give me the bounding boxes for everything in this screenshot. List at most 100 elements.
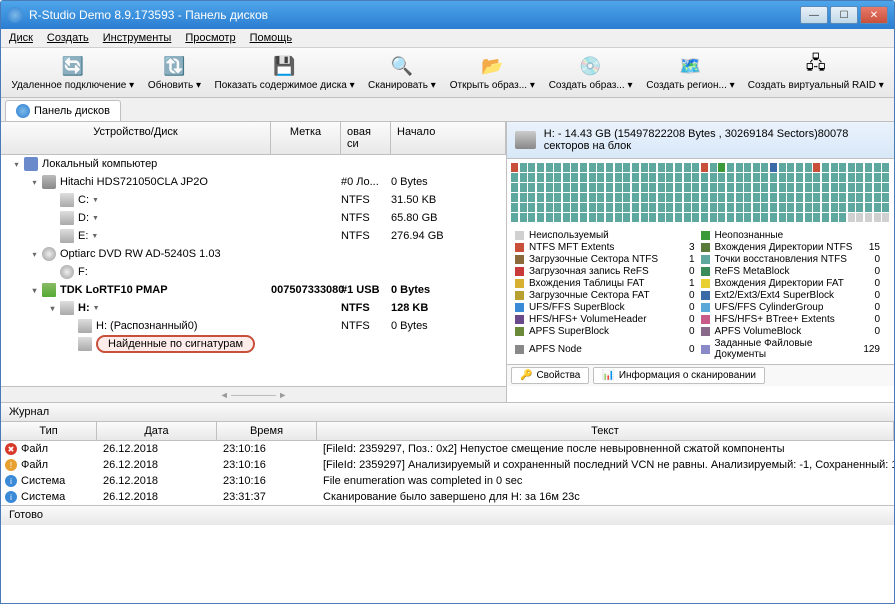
expander-icon[interactable] — [47, 195, 58, 206]
legend-swatch — [515, 345, 524, 354]
toolbar-icon: 📂 — [480, 54, 504, 78]
log-col-time[interactable]: Время — [217, 422, 317, 440]
legend-swatch — [701, 255, 710, 264]
err-icon: ✖ — [5, 443, 17, 455]
col-filesystem[interactable]: овая си — [341, 122, 391, 154]
legend-item: Неиспользуемый — [515, 230, 701, 241]
legend-item: Вхождения Директории NTFS15 — [701, 242, 887, 253]
tree-row[interactable]: E:▼NTFS276.94 GB — [1, 227, 506, 245]
legend-item: Вхождения Директории FAT0 — [701, 278, 887, 289]
toolbar-btn-6[interactable]: 🗺️Создать регион... ▾ — [641, 52, 739, 93]
status-bar: Готово — [1, 505, 894, 525]
expander-icon[interactable] — [47, 231, 58, 242]
legend-item: APFS SuperBlock0 — [515, 326, 701, 337]
vol-icon — [60, 211, 74, 225]
toolbar-btn-3[interactable]: 🔍Сканировать ▾ — [363, 52, 441, 93]
tree-row[interactable]: ▾H:▼NTFS128 KB — [1, 299, 506, 317]
vol-icon — [78, 337, 92, 351]
expander-icon[interactable] — [47, 213, 58, 224]
pc-icon — [24, 157, 38, 171]
toolbar-btn-1[interactable]: 🔃Обновить ▾ — [143, 52, 207, 93]
dropdown-icon[interactable]: ▼ — [92, 215, 99, 222]
legend-item: Точки восстановления NTFS0 — [701, 254, 887, 265]
tab-drive-panel[interactable]: Панель дисков — [5, 100, 121, 121]
menu-4[interactable]: Помощь — [250, 32, 293, 44]
expander-icon[interactable] — [65, 321, 76, 332]
close-button[interactable]: ✕ — [860, 6, 888, 24]
legend-item: Неопознанные — [701, 230, 887, 241]
toolbar-btn-0[interactable]: 🔄Удаленное подключение ▾ — [7, 52, 139, 93]
app-icon — [7, 7, 23, 23]
expander-icon[interactable]: ▾ — [29, 285, 40, 296]
drive-icon — [515, 131, 536, 149]
drive-info-text: H: - 14.43 GB (15497822208 Bytes , 30269… — [544, 128, 886, 152]
legend-swatch — [701, 291, 710, 300]
col-device[interactable]: Устройство/Диск — [1, 122, 271, 154]
toolbar-btn-7[interactable]: 🖧Создать виртуальный RAID ▾ — [744, 52, 888, 93]
tree-row[interactable]: D:▼NTFS65.80 GB — [1, 209, 506, 227]
legend-item: ReFS MetaBlock0 — [701, 266, 887, 277]
toolbar-icon: 💾 — [273, 54, 297, 78]
legend-swatch — [515, 255, 524, 264]
tree-item-name: Optiarc DVD RW AD-5240S 1.03 — [60, 248, 221, 260]
vol-icon — [60, 193, 74, 207]
legend-swatch — [701, 327, 710, 336]
tree-item-name: E: — [78, 230, 88, 242]
expander-icon[interactable]: ▾ — [11, 159, 22, 170]
tree-row[interactable]: ▾Hitachi HDS721050CLA JP2O#0 Ло...0 Byte… — [1, 173, 506, 191]
toolbar-btn-4[interactable]: 📂Открыть образ... ▾ — [445, 52, 540, 93]
legend-swatch — [701, 243, 710, 252]
maximize-button[interactable]: ☐ — [830, 6, 858, 24]
toolbar-icon: 💿 — [579, 54, 603, 78]
legend-swatch — [701, 315, 710, 324]
log-col-text[interactable]: Текст — [317, 422, 894, 440]
expander-icon[interactable]: ▾ — [47, 303, 58, 314]
expander-icon[interactable] — [47, 267, 58, 278]
tab-scan-info[interactable]: 📊Информация о сканировании — [593, 367, 765, 384]
expander-icon[interactable] — [65, 339, 76, 350]
menu-3[interactable]: Просмотр — [185, 32, 235, 44]
tree-item-name: H: — [78, 302, 90, 314]
toolbar-icon: 🔍 — [390, 54, 414, 78]
minimize-button[interactable]: — — [800, 6, 828, 24]
dropdown-icon[interactable]: ▼ — [91, 233, 98, 240]
col-start[interactable]: Начало — [391, 122, 506, 154]
menu-1[interactable]: Создать — [47, 32, 89, 44]
legend-item: HFS/HFS+ VolumeHeader0 — [515, 314, 701, 325]
log-row[interactable]: ✖Файл26.12.201823:10:16[FileId: 2359297,… — [1, 441, 894, 457]
tab-properties[interactable]: 🔑Свойства — [511, 367, 589, 384]
tree-row[interactable]: H: (Распознанный0)NTFS0 Bytes — [1, 317, 506, 335]
tree-item-name: C: — [78, 194, 89, 206]
dropdown-icon[interactable]: ▼ — [93, 305, 100, 312]
col-label[interactable]: Метка — [271, 122, 341, 154]
legend-swatch — [515, 231, 524, 240]
warn-icon: ! — [5, 459, 17, 471]
panel-scrollbar[interactable]: ◄ ─────── ► — [1, 386, 506, 402]
toolbar-btn-5[interactable]: 💿Создать образ... ▾ — [544, 52, 638, 93]
legend-swatch — [701, 231, 710, 240]
tree-row[interactable]: F: — [1, 263, 506, 281]
legend-item: Загрузочные Сектора NTFS1 — [515, 254, 701, 265]
log-row[interactable]: !Файл26.12.201823:10:16[FileId: 2359297]… — [1, 457, 894, 473]
properties-icon: 🔑 — [520, 370, 532, 381]
dropdown-icon[interactable]: ▼ — [92, 197, 99, 204]
expander-icon[interactable]: ▾ — [29, 177, 40, 188]
legend-item: Заданные Файловые Документы129 — [701, 338, 887, 360]
scan-map[interactable] — [507, 159, 894, 226]
log-col-type[interactable]: Тип — [1, 422, 97, 440]
tree-row[interactable]: ▾ Локальный компьютер — [1, 155, 506, 173]
vol-icon — [60, 229, 74, 243]
tree-item-name: Локальный компьютер — [42, 158, 157, 170]
log-row[interactable]: iСистема26.12.201823:31:37Сканирование б… — [1, 489, 894, 505]
expander-icon[interactable]: ▾ — [29, 249, 40, 260]
menu-2[interactable]: Инструменты — [103, 32, 172, 44]
tree-row[interactable]: ▾TDK LoRTF10 PMAP007507333080#1 USB0 Byt… — [1, 281, 506, 299]
log-col-date[interactable]: Дата — [97, 422, 217, 440]
log-row[interactable]: iСистема26.12.201823:10:16File enumerati… — [1, 473, 894, 489]
menu-0[interactable]: Диск — [9, 32, 33, 44]
tree-row[interactable]: C:▼NTFS31.50 KB — [1, 191, 506, 209]
tree-row[interactable]: ▾ Optiarc DVD RW AD-5240S 1.03 — [1, 245, 506, 263]
tree-row[interactable]: Найденные по сигнатурам — [1, 335, 506, 353]
toolbar-btn-2[interactable]: 💾Показать содержимое диска ▾ — [210, 52, 359, 93]
drive-panel-icon — [16, 104, 30, 118]
